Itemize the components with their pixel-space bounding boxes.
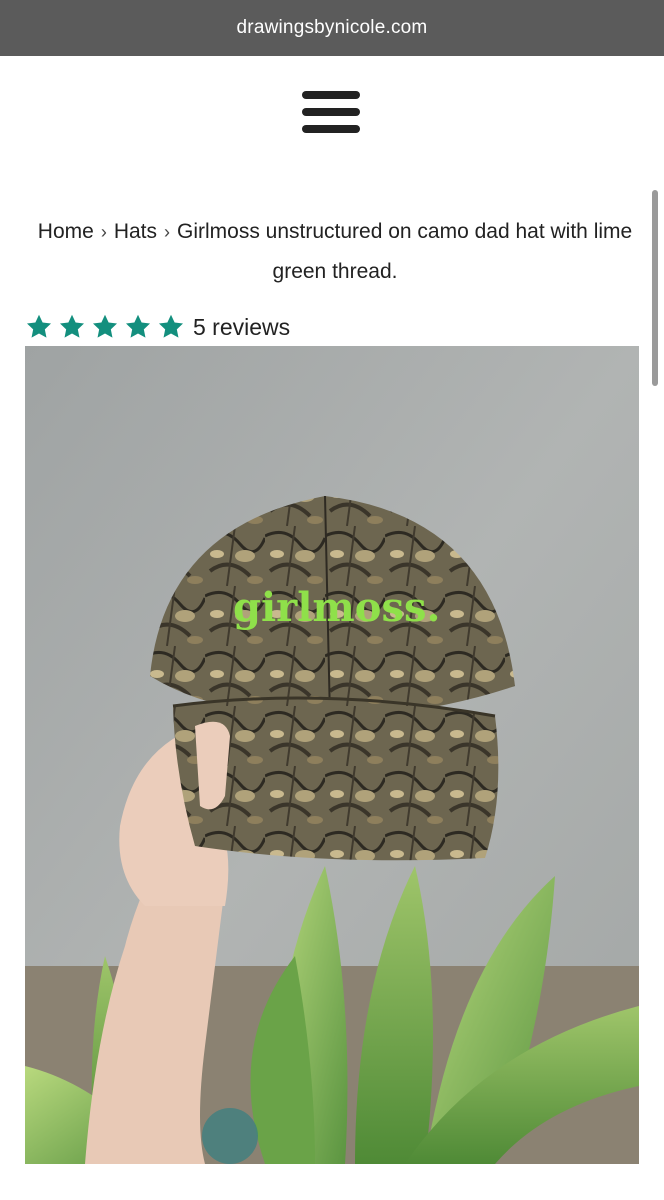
breadcrumb: Home › Hats › Girlmoss unstructured on camo … — [18, 212, 652, 292]
menu-line — [302, 125, 360, 133]
star-icon — [92, 314, 118, 338]
star-icon — [125, 314, 151, 338]
product-image[interactable]: girlmoss. — [25, 346, 639, 1164]
product-rating[interactable]: 5 reviews — [24, 310, 290, 344]
hamburger-menu-icon[interactable] — [300, 88, 362, 136]
breadcrumb-home-link[interactable]: Home — [38, 220, 94, 243]
menu-line — [302, 108, 360, 116]
star-icon — [158, 314, 184, 338]
breadcrumb-separator: › — [164, 222, 170, 242]
browser-url-bar[interactable]: drawingsbynicole.com — [0, 0, 664, 56]
url-text: drawingsbynicole.com — [236, 17, 428, 38]
page-scrollbar[interactable] — [652, 190, 658, 386]
star-icon — [59, 314, 85, 338]
breadcrumb-separator: › — [100, 222, 107, 242]
reviews-count-link[interactable]: 5 reviews — [193, 314, 290, 341]
breadcrumb-hats-link[interactable]: Hats — [114, 220, 157, 243]
embroidered-logo-text: girlmoss. — [233, 584, 440, 631]
menu-line — [302, 91, 360, 99]
breadcrumb-current-page: Girlmoss unstructured on camo dad hat wi… — [177, 220, 633, 283]
star-icon — [26, 314, 52, 338]
